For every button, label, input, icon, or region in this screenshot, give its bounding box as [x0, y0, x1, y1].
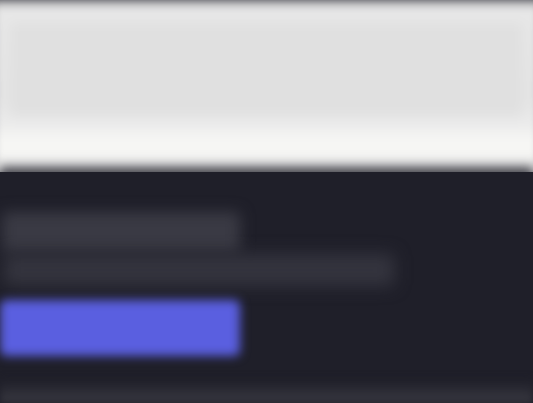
header-panel: [0, 0, 533, 179]
bottom-edge: [0, 380, 533, 403]
header-strip: [0, 133, 533, 161]
content-panel: [0, 172, 533, 403]
content-heading: [2, 212, 240, 252]
page: [0, 0, 533, 403]
primary-button[interactable]: [0, 300, 240, 356]
header-content: [10, 22, 523, 117]
content-description: [4, 254, 394, 286]
